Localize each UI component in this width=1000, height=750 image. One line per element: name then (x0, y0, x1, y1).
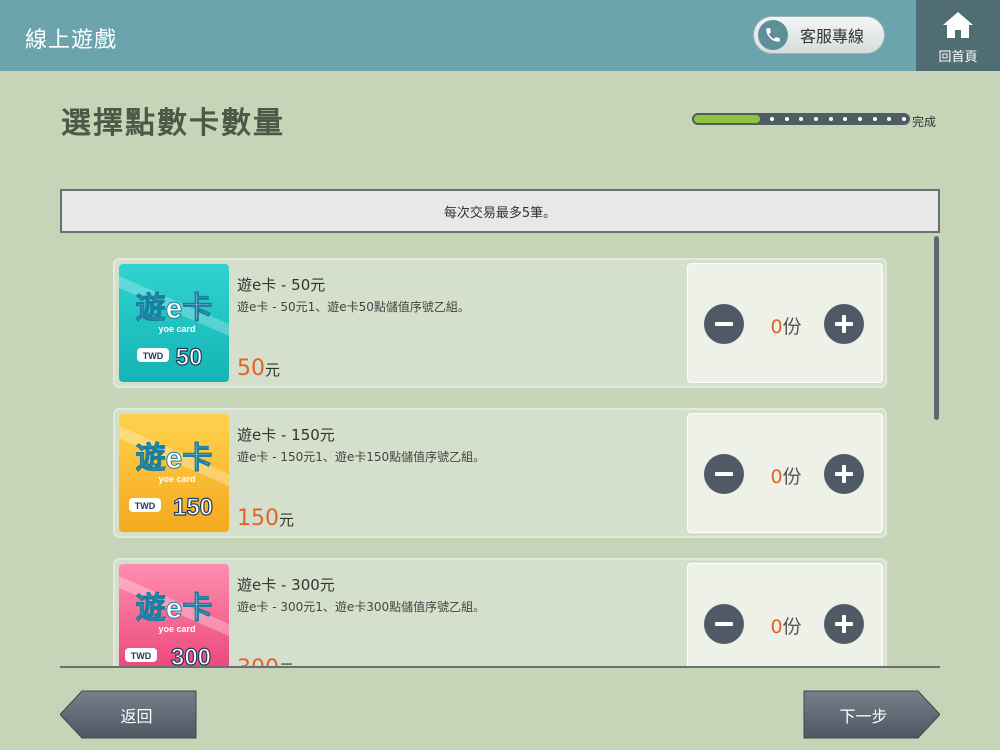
card-sub-text: yoe card (158, 474, 195, 484)
product-card: 遊e卡 yoe card TWD 150 遊e卡 - 150元 遊e卡 - 15… (113, 408, 887, 538)
increase-button[interactable] (824, 604, 864, 644)
decrease-button[interactable] (704, 454, 744, 494)
back-label: 返回 (120, 706, 153, 726)
home-label: 回首頁 (938, 50, 978, 65)
card-twd-text: TWD (143, 351, 164, 361)
card-image: 遊e卡 yoe card TWD 150 (119, 414, 229, 532)
product-price: 150元 (237, 506, 294, 531)
progress-step-dot (784, 117, 789, 121)
progress-step-dot (828, 117, 833, 121)
minus-icon (715, 472, 733, 476)
card-logo-text: 遊e卡 (136, 591, 213, 625)
quantity-value: 0 (770, 466, 783, 488)
progress-step-dot (872, 117, 877, 121)
app-title: 線上遊戲 (25, 28, 118, 53)
card-amount-text: 50 (176, 344, 203, 371)
notice-text: 每次交易最多5筆。 (443, 205, 557, 221)
card-twd-text: TWD (131, 651, 152, 661)
card-logo-text: 遊e卡 (136, 291, 213, 325)
quantity-unit: 份 (782, 616, 802, 638)
card-logo-text: 遊e卡 (136, 441, 213, 475)
top-bar: 線上遊戲 客服專線 回首頁 (0, 0, 1000, 71)
product-name: 遊e卡 - 50元 (237, 276, 326, 294)
quantity-value: 0 (770, 316, 783, 338)
progress-bar (692, 113, 910, 125)
quantity-stepper: 0份 (687, 263, 883, 383)
card-image: 遊e卡 yoe card TWD 50 (119, 264, 229, 382)
list-scrollbar[interactable] (934, 236, 939, 420)
product-desc: 遊e卡 - 150元1、遊e卡150點儲值序號乙組。 (237, 450, 486, 464)
minus-icon (715, 622, 733, 626)
quantity-stepper: 0份 (687, 413, 883, 533)
next-button[interactable]: 下一步 (803, 690, 940, 739)
product-name: 遊e卡 - 150元 (237, 426, 335, 444)
product-card: 遊e卡 yoe card TWD 300 遊e卡 - 300元 遊e卡 - 30… (113, 558, 887, 667)
hotline-label: 客服專線 (800, 27, 865, 46)
decrease-button[interactable] (704, 304, 744, 344)
card-amount-text: 300 (171, 644, 211, 667)
phone-icon (758, 20, 788, 50)
product-desc: 遊e卡 - 300元1、遊e卡300點儲值序號乙組。 (237, 600, 486, 614)
quantity-value: 0 (770, 616, 783, 638)
progress-step-dot (814, 117, 818, 121)
quantity-display: 0份 (766, 612, 806, 639)
price-value: 150 (237, 506, 279, 531)
progress-fill (694, 115, 760, 123)
price-unit: 元 (279, 511, 295, 529)
increase-button[interactable] (824, 304, 864, 344)
notice-banner: 每次交易最多5筆。 (60, 189, 940, 233)
home-button[interactable]: 回首頁 (916, 0, 1000, 71)
card-sub-text: yoe card (158, 624, 195, 634)
card-twd-text: TWD (135, 501, 156, 511)
next-label: 下一步 (839, 706, 888, 726)
quantity-display: 0份 (766, 462, 806, 489)
product-card: 遊e卡 yoe card TWD 50 遊e卡 - 50元 遊e卡 - 50元1… (113, 258, 887, 388)
progress-step-dot (770, 117, 774, 121)
progress-step-dot (799, 117, 804, 121)
product-list[interactable]: 遊e卡 yoe card TWD 50 遊e卡 - 50元 遊e卡 - 50元1… (60, 233, 940, 667)
card-sub-text: yoe card (158, 324, 195, 334)
increase-button[interactable] (824, 454, 864, 494)
quantity-unit: 份 (782, 316, 802, 338)
decrease-button[interactable] (704, 604, 744, 644)
progress-end-label: 完成 (912, 115, 937, 129)
product-desc: 遊e卡 - 50元1、遊e卡50點儲值序號乙組。 (237, 300, 470, 314)
back-button[interactable]: 返回 (60, 690, 197, 739)
quantity-stepper: 0份 (687, 563, 883, 667)
progress-step-dot (843, 117, 848, 121)
product-name: 遊e卡 - 300元 (237, 576, 335, 594)
list-bottom-divider (60, 666, 940, 668)
minus-icon (715, 322, 733, 326)
price-unit: 元 (265, 361, 281, 379)
card-amount-text: 150 (173, 494, 213, 521)
page-title: 選擇點數卡數量 (61, 106, 285, 141)
card-image: 遊e卡 yoe card TWD 300 (119, 564, 229, 667)
quantity-display: 0份 (766, 312, 806, 339)
price-value: 50 (237, 356, 265, 381)
quantity-unit: 份 (782, 466, 802, 488)
home-icon (943, 12, 973, 38)
progress-step-dot (858, 117, 862, 121)
hotline-button[interactable]: 客服專線 (753, 16, 885, 54)
progress-step-dot (887, 117, 892, 121)
product-price: 50元 (237, 356, 280, 381)
progress-step-dot (902, 117, 906, 121)
